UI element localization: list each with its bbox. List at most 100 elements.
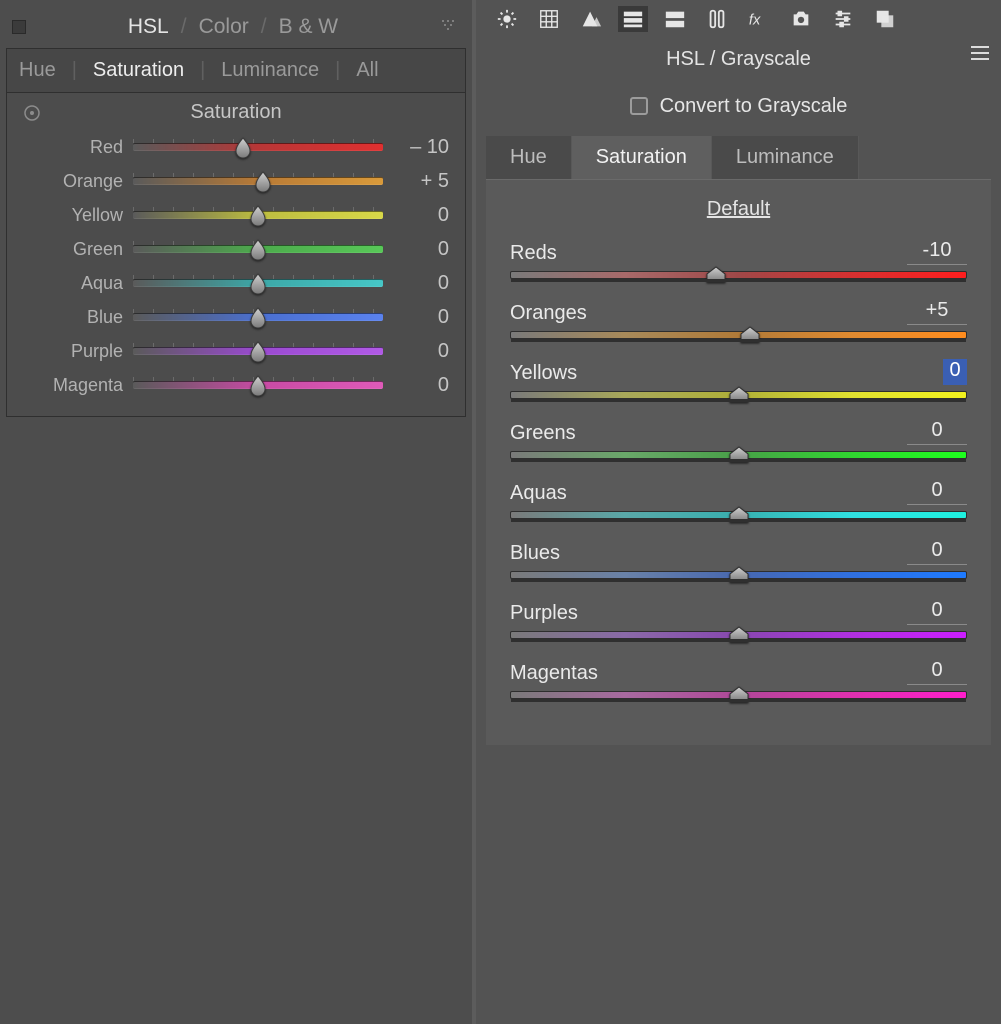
slider-row-greens: Greens 0: [510, 419, 967, 459]
slider-knob[interactable]: [234, 137, 252, 159]
slider-row-aqua: Aqua 0: [23, 266, 449, 300]
slider-value[interactable]: 0: [907, 599, 967, 625]
slider-value[interactable]: +5: [907, 299, 967, 325]
lightroom-panel: HSL / Color / B & W Hue | Saturation | L…: [0, 0, 472, 1024]
slider-value[interactable]: -10: [907, 239, 967, 265]
mode-color[interactable]: Color: [199, 15, 249, 39]
lens-icon[interactable]: [702, 6, 732, 32]
camera-raw-panel: fx HSL / Grayscale Convert to Grayscale …: [472, 0, 1001, 1024]
slider-label: Purples: [510, 602, 578, 625]
header-mode-tabs: HSL / Color / B & W: [26, 15, 440, 39]
slider-track[interactable]: [133, 313, 383, 321]
slider-track[interactable]: [133, 245, 383, 253]
slider-label: Yellows: [510, 362, 577, 385]
slider-value[interactable]: 0: [393, 238, 449, 261]
slider-track[interactable]: [133, 381, 383, 389]
slider-value[interactable]: 0: [907, 419, 967, 445]
curve-icon[interactable]: [534, 6, 564, 32]
panel-switch[interactable]: [12, 20, 26, 34]
slider-value[interactable]: 0: [393, 204, 449, 227]
presets-icon[interactable]: [870, 6, 900, 32]
slider-value[interactable]: 0: [393, 340, 449, 363]
slider-value[interactable]: 0: [393, 272, 449, 295]
cr-slider-section: Default Reds -10 Oranges +5 Yellows 0: [486, 179, 991, 745]
grayscale-checkbox[interactable]: [630, 97, 648, 115]
tab-hue[interactable]: Hue: [19, 59, 56, 82]
slider-knob[interactable]: [249, 341, 267, 363]
slider-knob[interactable]: [249, 375, 267, 397]
fx-icon[interactable]: fx: [744, 6, 774, 32]
slider-row-magenta: Magenta 0: [23, 368, 449, 402]
panel-menu-icon[interactable]: [969, 44, 991, 67]
tab-all[interactable]: All: [356, 59, 378, 82]
slider-track[interactable]: [133, 347, 383, 355]
slider-knob[interactable]: [249, 205, 267, 227]
slider-value[interactable]: 0: [393, 306, 449, 329]
slider-value[interactable]: 0: [907, 539, 967, 565]
slider-knob[interactable]: [254, 171, 272, 193]
slider-value[interactable]: + 5: [393, 170, 449, 193]
slider-label: Greens: [510, 422, 576, 445]
slider-value[interactable]: 0: [943, 359, 967, 385]
panel-header: HSL / Color / B & W: [6, 6, 466, 48]
slider-value[interactable]: 0: [907, 659, 967, 685]
mode-hsl[interactable]: HSL: [128, 15, 169, 39]
slider-label: Reds: [510, 242, 557, 265]
slider-track[interactable]: [510, 391, 967, 399]
section-title: Saturation: [41, 101, 431, 124]
hsl-icon[interactable]: [618, 6, 648, 32]
grayscale-label: Convert to Grayscale: [660, 95, 848, 118]
slider-label: Blues: [510, 542, 560, 565]
slider-track[interactable]: [510, 631, 967, 639]
slider-row-reds: Reds -10: [510, 239, 967, 279]
slider-track[interactable]: [133, 279, 383, 287]
slider-track[interactable]: [133, 143, 383, 151]
detail-icon[interactable]: [576, 6, 606, 32]
separator: |: [335, 59, 340, 82]
slider-value[interactable]: 0: [907, 479, 967, 505]
slider-track[interactable]: [510, 511, 967, 519]
tab-saturation[interactable]: Saturation: [93, 59, 184, 82]
slider-value[interactable]: – 10: [393, 136, 449, 159]
tab-hue[interactable]: Hue: [486, 136, 572, 179]
slider-knob[interactable]: [249, 307, 267, 329]
panel-menu-icon[interactable]: [440, 19, 456, 35]
default-link[interactable]: Default: [510, 198, 967, 221]
slider-knob[interactable]: [249, 273, 267, 295]
slider-label: Red: [23, 137, 123, 158]
slider-track[interactable]: [133, 211, 383, 219]
separator: |: [72, 59, 77, 82]
grayscale-row: Convert to Grayscale: [486, 82, 991, 130]
tab-saturation[interactable]: Saturation: [572, 136, 712, 179]
basic-icon[interactable]: [492, 6, 522, 32]
slider-row-blues: Blues 0: [510, 539, 967, 579]
panel-title-row: HSL / Grayscale: [486, 42, 991, 76]
svg-text:fx: fx: [749, 13, 761, 29]
tab-luminance[interactable]: Luminance: [221, 59, 319, 82]
slider-label: Purple: [23, 341, 123, 362]
slider-knob[interactable]: [249, 239, 267, 261]
mode-bw[interactable]: B & W: [279, 15, 339, 39]
slider-track[interactable]: [510, 331, 967, 339]
slider-track[interactable]: [510, 451, 967, 459]
slider-track[interactable]: [510, 571, 967, 579]
tab-luminance[interactable]: Luminance: [712, 136, 859, 179]
cr-tab-bar: Hue Saturation Luminance: [486, 136, 991, 179]
slider-row-purples: Purples 0: [510, 599, 967, 639]
slider-row-oranges: Oranges +5: [510, 299, 967, 339]
slider-track[interactable]: [510, 271, 967, 279]
slider-row-blue: Blue 0: [23, 300, 449, 334]
subtab-bar: Hue | Saturation | Luminance | All: [6, 48, 466, 92]
slider-value[interactable]: 0: [393, 374, 449, 397]
slider-label: Green: [23, 239, 123, 260]
targeted-adjustment-icon[interactable]: [23, 104, 41, 122]
slider-row-yellows: Yellows 0: [510, 359, 967, 399]
slider-track[interactable]: [133, 177, 383, 185]
camera-icon[interactable]: [786, 6, 816, 32]
slider-row-yellow: Yellow 0: [23, 198, 449, 232]
slider-section: Saturation Red – 10 Orange + 5 Yellow 0 …: [6, 92, 466, 417]
slider-track[interactable]: [510, 691, 967, 699]
split-tone-icon[interactable]: [660, 6, 690, 32]
separator: /: [261, 15, 267, 39]
sliders-icon[interactable]: [828, 6, 858, 32]
